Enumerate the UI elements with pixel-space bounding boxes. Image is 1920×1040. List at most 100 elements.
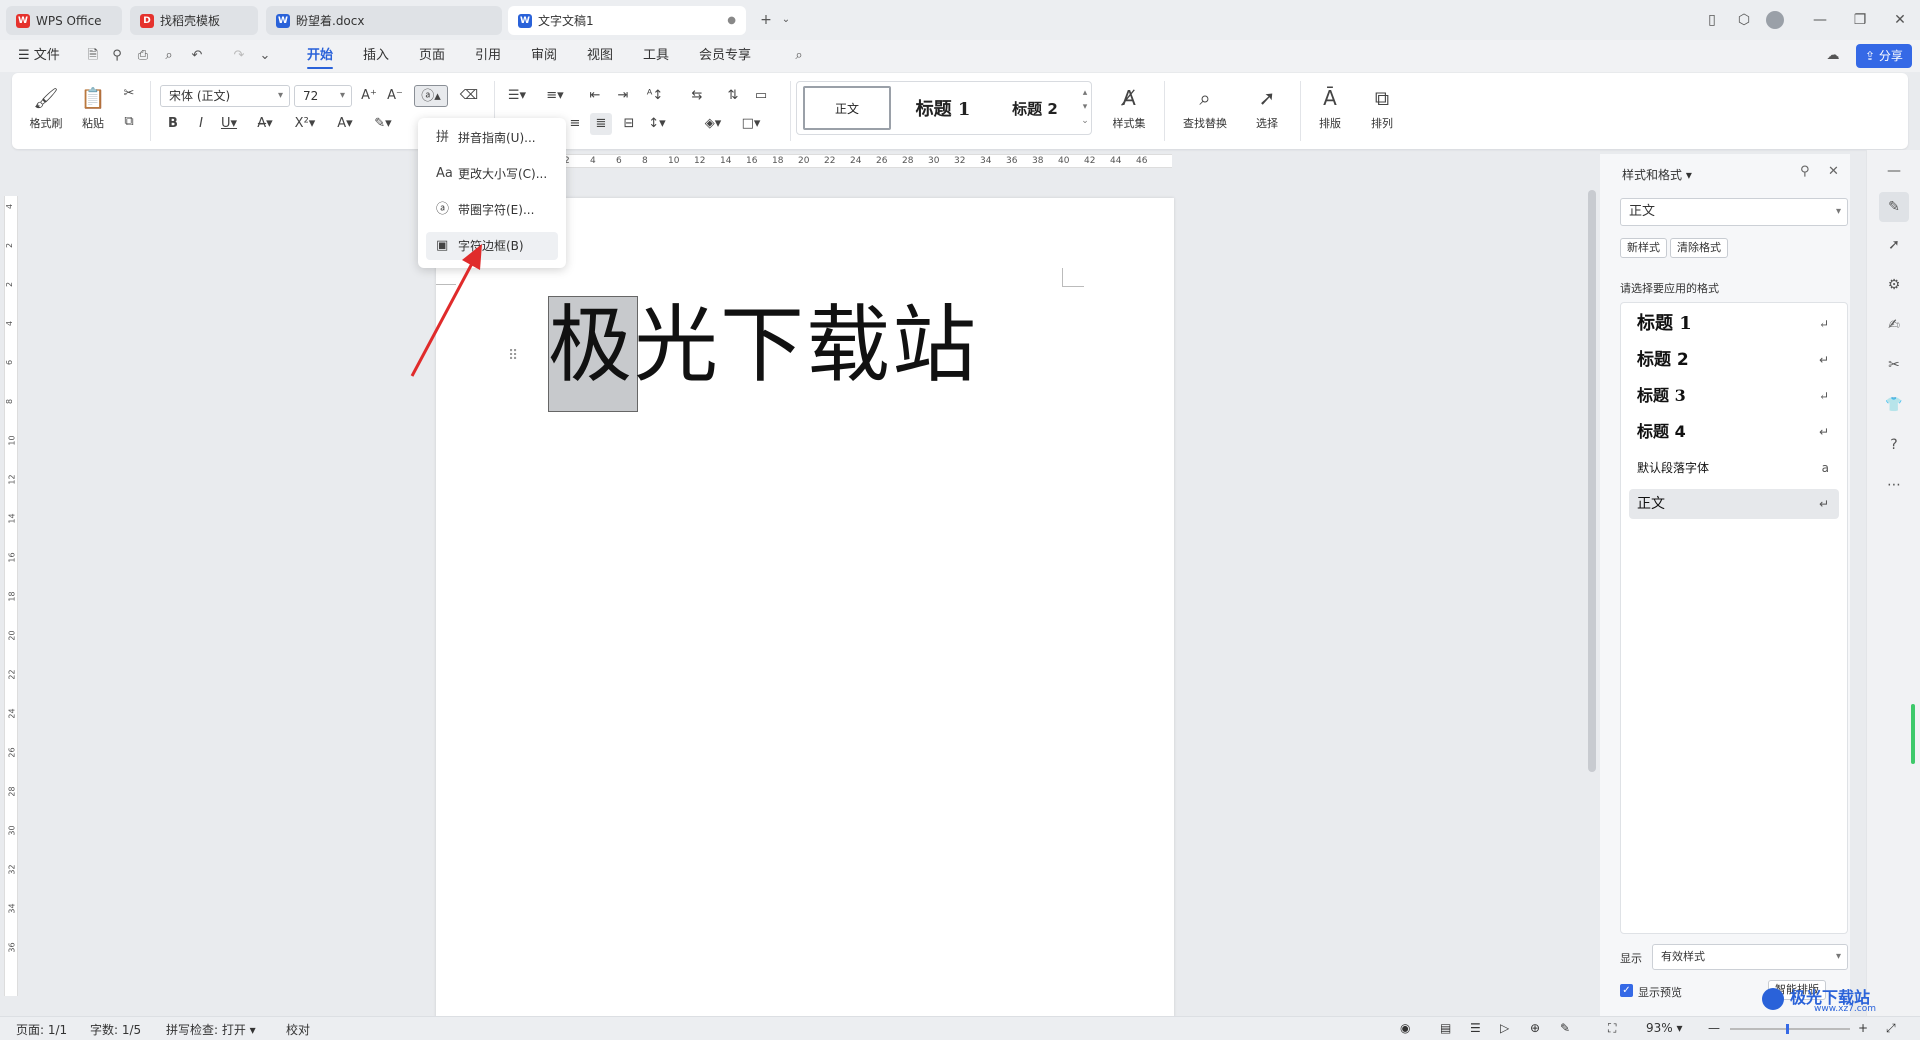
file-menu[interactable]: ☰ 文件 (18, 40, 60, 72)
more-chevron-icon[interactable]: ⌄ (256, 47, 274, 65)
undo-icon[interactable]: ↶ (188, 47, 206, 65)
style-item-heading-3[interactable]: 标题 3 ↵ (1629, 381, 1839, 411)
tools-icon[interactable]: ✂ (1883, 354, 1905, 376)
strikethrough-icon[interactable]: A̶▾ (254, 113, 276, 135)
play-icon[interactable]: ▷ (1500, 1021, 1509, 1035)
convert-icon[interactable]: ⇆ (686, 85, 708, 107)
select-arrow-icon[interactable]: ➚ (1883, 234, 1905, 256)
redo-icon[interactable]: ↷ (230, 47, 248, 65)
character-tools-button[interactable]: ⓐ▴ (414, 85, 448, 107)
style-item-heading-4[interactable]: 标题 4 ↵ (1629, 417, 1839, 447)
tab-member[interactable]: 会员专享 (699, 40, 751, 72)
vertical-scrollbar[interactable] (1588, 190, 1596, 772)
border-icon[interactable]: □▾ (740, 113, 762, 135)
style-heading-1[interactable]: 标题 1 (895, 86, 991, 130)
shirt-icon[interactable]: 👕 (1883, 394, 1905, 416)
outline-view-icon[interactable]: ☰ (1470, 1021, 1481, 1035)
zoom-in-icon[interactable]: + (1858, 1021, 1868, 1035)
document-text-rest[interactable]: 光下载站 (634, 296, 978, 394)
eye-icon[interactable]: ◉ (1400, 1021, 1410, 1035)
grow-font-icon[interactable]: A⁺ (358, 85, 380, 107)
gallery-scroll-icon[interactable]: ▴ ▾ ⌄ (1079, 86, 1091, 130)
spell-check[interactable]: 拼写检查: 打开 ▾ (166, 1021, 256, 1038)
more-icon[interactable]: ⋯ (1883, 474, 1905, 496)
tab-document-docx[interactable]: W 盼望着.docx (266, 6, 502, 35)
search-icon[interactable]: ⌕ (790, 47, 808, 65)
page-count[interactable]: 页面: 1/1 (16, 1021, 67, 1038)
print-preview-icon[interactable]: ⌕ (160, 47, 178, 65)
style-normal[interactable]: 正文 (803, 86, 891, 130)
distribute-icon[interactable]: ⊟ (618, 113, 640, 135)
tab-list-chevron-icon[interactable]: ⌄ (776, 10, 796, 30)
pen-icon[interactable]: ✎ (1560, 1021, 1570, 1035)
menu-item-phonetic-guide[interactable]: 拼拼音指南(U)... (426, 124, 558, 152)
tab-insert[interactable]: 插入 (363, 40, 389, 72)
tab-home[interactable]: 开始 (307, 40, 334, 72)
increase-indent-icon[interactable]: ⇥ (612, 85, 634, 107)
show-filter-select[interactable]: 有效样式 ▾ (1652, 944, 1848, 970)
bullet-list-icon[interactable]: ☰▾ (506, 85, 528, 107)
italic-icon[interactable]: I (190, 113, 212, 135)
zoom-level[interactable]: 93% ▾ (1646, 1021, 1683, 1035)
minimize-icon[interactable]: — (1810, 10, 1830, 30)
preview-checkbox[interactable]: ✓ (1620, 984, 1633, 997)
table-icon[interactable]: ▭ (750, 85, 772, 107)
style-set-button[interactable]: A̸ 样式集 (1104, 85, 1154, 131)
select-button[interactable]: ➚ 选择 (1244, 85, 1290, 131)
zoom-out-icon[interactable]: — (1708, 1021, 1720, 1035)
style-pen-icon[interactable]: ✎ (1879, 192, 1909, 222)
tab-document-active[interactable]: W 文字文稿1 ● (508, 6, 746, 35)
edit-doc-icon[interactable]: ✍ (1883, 314, 1905, 336)
copy-icon[interactable]: ⧉ (118, 111, 140, 133)
font-size-select[interactable]: 72 ▾ (294, 85, 352, 107)
new-style-button[interactable]: 新样式 (1620, 238, 1667, 258)
fullscreen-icon[interactable]: ⤢ (1886, 1021, 1896, 1036)
zoom-slider-thumb[interactable] (1786, 1024, 1789, 1034)
tab-review[interactable]: 审阅 (531, 40, 557, 72)
save-icon[interactable]: 🗎 (84, 47, 102, 65)
style-item-normal[interactable]: 正文 ↵ (1629, 489, 1839, 519)
layout-icon[interactable]: ▯ (1702, 10, 1722, 30)
justify-icon[interactable]: ≣ (590, 113, 612, 135)
cloud-icon[interactable]: ☁ (1824, 47, 1842, 65)
shading-icon[interactable]: ◈▾ (702, 113, 724, 135)
zoom-slider[interactable] (1730, 1028, 1850, 1030)
restore-icon[interactable]: ❐ (1850, 10, 1870, 30)
numbered-list-icon[interactable]: ≡▾ (544, 85, 566, 107)
clear-format-button[interactable]: 清除格式 (1670, 238, 1728, 258)
vertical-ruler[interactable]: 4 2 2 4 6 8 10 12 14 16 18 20 22 24 26 28 30 32 34 36 (4, 196, 18, 996)
horizontal-ruler[interactable]: 2 4 6 8 10 12 14 16 18 20 22 24 26 28 30 32 34 36 38 40 42 44… (560, 154, 1172, 168)
style-item-heading-2[interactable]: 标题 2 ↵ (1629, 345, 1839, 375)
tab-docer-templates[interactable]: D 找稻壳模板 (130, 6, 258, 35)
align-center-icon[interactable]: ≡ (564, 113, 586, 135)
pin-icon[interactable]: ⚲ (1800, 164, 1810, 179)
avatar[interactable] (1766, 11, 1784, 29)
font-name-select[interactable]: 宋体 (正文) ▾ (160, 85, 290, 107)
help-icon[interactable]: ? (1883, 434, 1905, 456)
drag-handle-icon[interactable]: ⠿ (508, 348, 518, 364)
decrease-indent-icon[interactable]: ⇤ (584, 85, 606, 107)
new-tab-plus-icon[interactable]: + (756, 10, 776, 30)
fit-page-icon[interactable]: ⛶ (1608, 1021, 1616, 1036)
close-window-icon[interactable]: ✕ (1890, 10, 1910, 30)
clear-format-icon[interactable]: ⌫ (458, 85, 480, 107)
tab-references[interactable]: 引用 (475, 40, 501, 72)
shrink-font-icon[interactable]: A⁻ (384, 85, 406, 107)
document-text[interactable]: 极光下载站 (548, 295, 978, 395)
current-style-select[interactable]: 正文 ▾ (1620, 198, 1848, 226)
font-color-icon[interactable]: A▾ (334, 113, 356, 135)
export-icon[interactable]: ⚲ (108, 47, 126, 65)
adjust-icon[interactable]: ⚙ (1883, 274, 1905, 296)
collapse-icon[interactable]: — (1883, 160, 1905, 182)
panel-close-icon[interactable]: ✕ (1828, 164, 1839, 179)
menu-item-enclosed-character[interactable]: ⓐ 带圈字符(E)... (426, 196, 558, 224)
selected-character[interactable]: 极 (548, 296, 634, 394)
underline-icon[interactable]: U▾ (218, 113, 240, 135)
share-button[interactable]: ⇪ 分享 (1856, 44, 1912, 68)
tab-wps-office[interactable]: W WPS Office (6, 6, 122, 35)
paste-button[interactable]: 📋 粘贴 (74, 85, 112, 131)
highlight-icon[interactable]: ✎▾ (372, 113, 394, 135)
proofread[interactable]: 校对 (286, 1021, 310, 1038)
page-view-icon[interactable]: ▤ (1440, 1021, 1451, 1035)
find-replace-button[interactable]: ⌕ 查找替换 (1174, 85, 1236, 131)
